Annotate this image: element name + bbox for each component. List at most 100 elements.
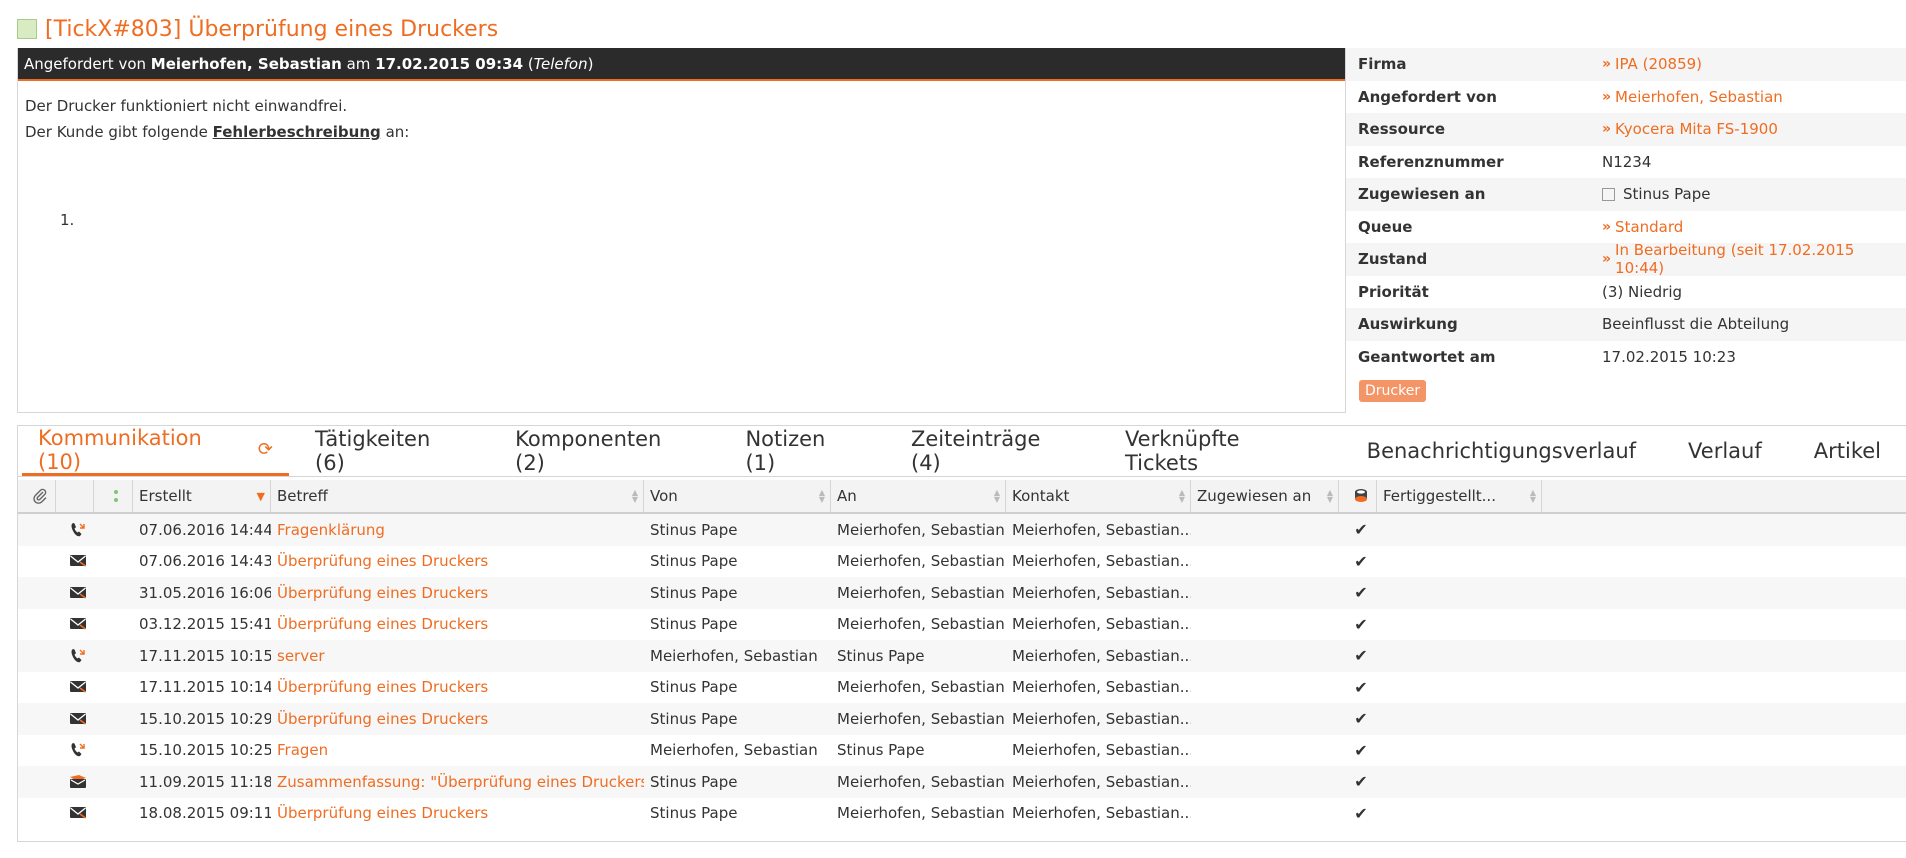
table-row[interactable]: 15.10.2015 10:25 Fragen Meierhofen, Sebast… bbox=[18, 735, 1906, 767]
col-subject-label: Betreff bbox=[277, 487, 328, 505]
tab-label: Verlauf bbox=[1688, 439, 1762, 463]
table-row[interactable]: 17.11.2015 10:15 server Meierhofen, Sebast… bbox=[18, 640, 1906, 672]
created-cell: 17.11.2015 10:15 bbox=[139, 646, 271, 665]
created-cell: 31.05.2016 16:06 bbox=[139, 583, 271, 602]
col-attachment[interactable] bbox=[18, 480, 56, 512]
refresh-icon[interactable]: ⟳ bbox=[258, 439, 273, 460]
subject-link[interactable]: Überprüfung eines Druckers bbox=[271, 710, 644, 728]
property-value[interactable]: » Meierhofen, Sebastian bbox=[1602, 88, 1906, 106]
table-row[interactable]: 31.05.2016 16:06 Überprüfung eines Drucke… bbox=[18, 577, 1906, 609]
subject-link[interactable]: Überprüfung eines Druckers bbox=[271, 552, 644, 570]
subject-link[interactable]: Zusammenfassung: "Überprüfung eines Druc… bbox=[271, 773, 644, 791]
from-cell: Meierhofen, Sebastian bbox=[650, 741, 818, 760]
checkbox-icon[interactable] bbox=[1602, 187, 1615, 201]
property-label: Zustand bbox=[1358, 250, 1428, 269]
property-value: Stinus Pape bbox=[1602, 185, 1906, 203]
subject-link[interactable]: Fragen bbox=[271, 741, 644, 759]
property-link[interactable]: In Bearbeitung (seit 17.02.2015 10:44) bbox=[1615, 241, 1906, 277]
col-to[interactable]: An ▲ ▼ bbox=[831, 480, 1006, 512]
tab-8[interactable]: Artikel bbox=[1788, 426, 1906, 476]
property-text: Beeinflusst die Abteilung bbox=[1602, 315, 1790, 334]
tab-4[interactable]: Zeiteinträge (4) bbox=[885, 426, 1099, 476]
checkmark-icon: ✔ bbox=[1354, 772, 1368, 792]
subject-link[interactable]: server bbox=[271, 647, 644, 665]
tab-label: Tätigkeiten (6) bbox=[315, 427, 431, 475]
tag-badge[interactable]: Drucker bbox=[1359, 380, 1427, 402]
col-assigned[interactable]: Zugewiesen an ▲ ▼ bbox=[1191, 480, 1339, 512]
done-cell: ✔ bbox=[1339, 615, 1377, 634]
checkmark-icon: ✔ bbox=[1354, 551, 1368, 571]
subject-link[interactable]: Überprüfung eines Druckers bbox=[271, 584, 644, 602]
col-contact[interactable]: Kontakt ▲ ▼ bbox=[1006, 480, 1191, 512]
table-row[interactable]: 07.06.2016 14:43 Überprüfung eines Drucke… bbox=[18, 546, 1906, 578]
col-status[interactable] bbox=[94, 480, 133, 512]
requester-name: Meierhofen, Sebastian bbox=[150, 54, 342, 73]
property-label: Priorität bbox=[1358, 282, 1429, 301]
table-row[interactable]: 11.09.2015 11:18 Zusammenfassung: "Überpr… bbox=[18, 766, 1906, 798]
tab-0[interactable]: Kommunikation (10) ⟳ bbox=[22, 426, 290, 476]
tab-1[interactable]: Tätigkeiten (6) bbox=[289, 426, 489, 476]
to-cell: Meierhofen, Sebastian bbox=[837, 583, 1005, 602]
property-value[interactable]: » In Bearbeitung (seit 17.02.2015 10:44) bbox=[1602, 241, 1906, 277]
mail-icon bbox=[70, 712, 86, 725]
checkmark-icon: ✔ bbox=[1354, 740, 1368, 760]
property-link[interactable]: IPA (20859) bbox=[1615, 55, 1702, 73]
table-row[interactable]: 07.06.2016 14:44 Fragenklärung Stinus Pape… bbox=[18, 514, 1906, 546]
phone-icon bbox=[71, 743, 85, 757]
property-link[interactable]: Standard bbox=[1615, 218, 1683, 236]
from-cell: Stinus Pape bbox=[650, 772, 738, 791]
property-link[interactable]: Kyocera Mita FS-1900 bbox=[1615, 120, 1778, 138]
request-header: Angefordert von Meierhofen, Sebastian am… bbox=[18, 48, 1345, 81]
property-value[interactable]: » Kyocera Mita FS-1900 bbox=[1602, 120, 1906, 138]
property-link[interactable]: Meierhofen, Sebastian bbox=[1615, 88, 1783, 106]
table-body: 07.06.2016 14:44 Fragenklärung Stinus Pape… bbox=[18, 514, 1906, 829]
table-row[interactable]: 17.11.2015 10:14 Überprüfung eines Drucke… bbox=[18, 672, 1906, 704]
col-created[interactable]: Erstellt ▼ bbox=[133, 480, 271, 512]
tab-7[interactable]: Verlauf bbox=[1662, 426, 1788, 476]
property-value[interactable]: » Standard bbox=[1602, 218, 1906, 236]
col-from[interactable]: Von ▲ ▼ bbox=[644, 480, 831, 512]
sort-desc-icon: ▼ bbox=[256, 490, 265, 503]
subject-link[interactable]: Überprüfung eines Druckers bbox=[271, 804, 644, 822]
property-label: Referenznummer bbox=[1358, 152, 1504, 171]
from-cell: Stinus Pape bbox=[650, 709, 738, 728]
phone-icon bbox=[71, 522, 85, 537]
tab-3[interactable]: Notizen (1) bbox=[719, 426, 885, 476]
tab-6[interactable]: Benachrichtigungsverlauf bbox=[1341, 426, 1662, 476]
ticket-properties: Firma» IPA (20859) Angefordert von» Meierho… bbox=[1346, 48, 1906, 373]
done-cell: ✔ bbox=[1339, 583, 1377, 602]
tab-5[interactable]: Verknüpfte Tickets bbox=[1099, 426, 1341, 476]
tab-2[interactable]: Komponenten (2) bbox=[489, 426, 719, 476]
col-to-label: An bbox=[837, 487, 857, 505]
phone-icon bbox=[71, 648, 85, 663]
col-done[interactable]: Fertiggestellt... ▲ ▼ bbox=[1377, 480, 1542, 512]
contact-cell: Meierhofen, Sebastian... bbox=[1012, 552, 1191, 571]
col-type[interactable] bbox=[56, 480, 94, 512]
property-label: Zugewiesen an bbox=[1358, 185, 1486, 204]
property-value[interactable]: » IPA (20859) bbox=[1602, 55, 1906, 73]
checkmark-icon: ✔ bbox=[1354, 583, 1368, 603]
description-list-item: 1. bbox=[60, 211, 75, 229]
mail-icon bbox=[70, 618, 86, 630]
subject-link[interactable]: Überprüfung eines Druckers bbox=[271, 615, 644, 633]
property-row: Priorität (3) Niedrig bbox=[1346, 276, 1906, 309]
to-cell: Stinus Pape bbox=[837, 646, 925, 665]
property-text: (3) Niedrig bbox=[1602, 282, 1683, 301]
error-description-text: Fehlerbeschreibung bbox=[212, 123, 381, 141]
table-row[interactable]: 03.12.2015 15:41 Überprüfung eines Drucke… bbox=[18, 609, 1906, 641]
from-cell: Stinus Pape bbox=[650, 804, 738, 823]
status-dots-icon bbox=[114, 490, 118, 502]
checkmark-icon: ✔ bbox=[1354, 646, 1368, 666]
subject-link[interactable]: Überprüfung eines Druckers bbox=[271, 678, 644, 696]
subject-link[interactable]: Fragenklärung bbox=[271, 521, 644, 539]
tab-panel: Kommunikation (10) ⟳ Tätigkeiten (6) Kompon… bbox=[17, 425, 1906, 842]
billing-icon bbox=[1354, 489, 1367, 502]
table-row[interactable]: 18.08.2015 09:11 Überprüfung eines Drucke… bbox=[18, 798, 1906, 830]
property-text: Stinus Pape bbox=[1623, 185, 1711, 204]
col-subject[interactable]: Betreff ▲ ▼ bbox=[271, 480, 644, 512]
col-billing[interactable] bbox=[1339, 480, 1377, 512]
property-value: (3) Niedrig bbox=[1602, 283, 1906, 301]
sort-icon: ▲ ▼ bbox=[1326, 488, 1333, 504]
double-chevron-right-icon: » bbox=[1602, 88, 1612, 105]
table-row[interactable]: 15.10.2015 10:29 Überprüfung eines Drucke… bbox=[18, 703, 1906, 735]
